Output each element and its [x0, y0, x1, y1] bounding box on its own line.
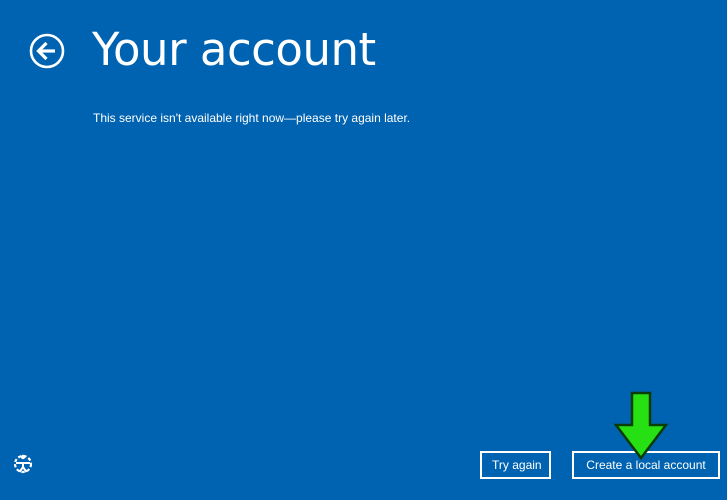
status-message: This service isn't available right now—p… — [93, 111, 411, 125]
create-local-account-button[interactable]: Create a local account — [571, 450, 721, 480]
page-title: Your account — [92, 23, 376, 76]
back-arrow-icon — [29, 33, 65, 69]
ease-of-access-icon — [13, 454, 33, 474]
try-again-button[interactable]: Try again — [479, 450, 552, 480]
account-setup-screen: Your account This service isn't availabl… — [0, 0, 727, 500]
ease-of-access-button[interactable] — [11, 452, 35, 476]
back-button[interactable] — [29, 33, 65, 69]
